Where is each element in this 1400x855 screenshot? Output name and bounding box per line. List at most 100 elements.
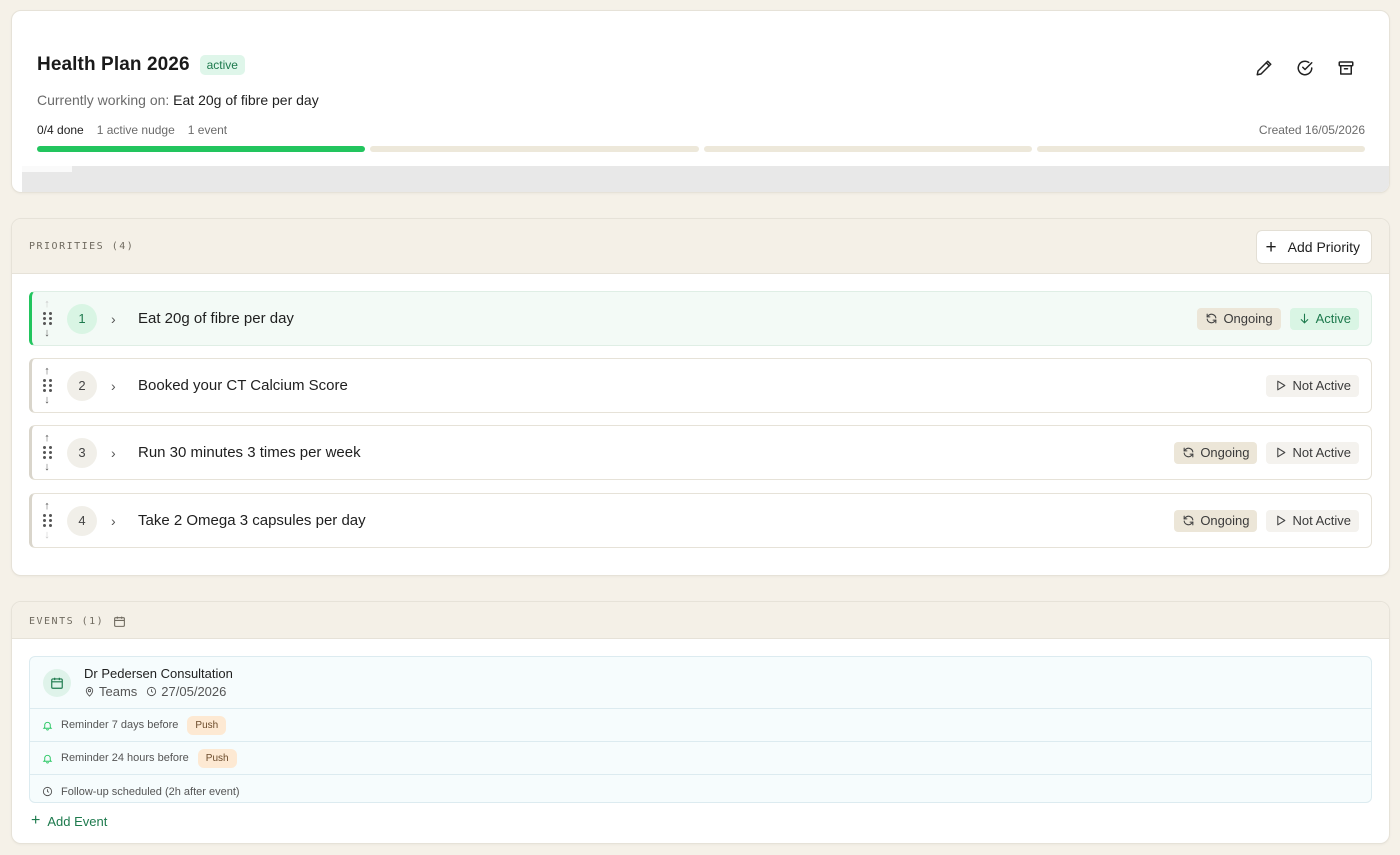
event-item[interactable]: Dr Pedersen Consultation Teams 27/05/202… xyxy=(29,656,1372,803)
drag-handle-icon[interactable] xyxy=(42,514,52,527)
reorder-controls: ↑ ↓ xyxy=(33,298,61,339)
ongoing-label: Ongoing xyxy=(1223,311,1273,326)
calendar-icon xyxy=(43,669,71,697)
events-label-row: EVENTS (1) xyxy=(29,615,126,628)
priority-tags: Ongoing Not Active xyxy=(1174,509,1359,532)
reminder-text: Reminder 7 days before xyxy=(61,719,179,731)
state-label: Not Active xyxy=(1292,513,1351,528)
push-badge: Push xyxy=(187,715,227,735)
add-event-button[interactable]: + Add Event xyxy=(31,813,107,829)
progress-segment xyxy=(1036,146,1365,152)
followup-row: Follow-up scheduled (2h after event) xyxy=(30,775,1371,802)
reorder-controls: ↑ ↓ xyxy=(33,500,61,541)
priority-number: 2 xyxy=(67,370,97,401)
state-label: Not Active xyxy=(1292,445,1351,460)
header-actions xyxy=(1253,57,1357,79)
plan-title: Health Plan 2026 xyxy=(37,54,190,75)
created-date: Created 16/05/2026 xyxy=(1258,123,1365,137)
event-summary: Dr Pedersen Consultation Teams 27/05/202… xyxy=(30,657,1371,709)
activate-toggle[interactable]: Not Active xyxy=(1266,441,1359,464)
ongoing-tag: Ongoing xyxy=(1174,509,1258,532)
events-header: EVENTS (1) xyxy=(12,602,1389,639)
add-priority-button[interactable]: + Add Priority xyxy=(1255,230,1372,264)
ongoing-tag: Ongoing xyxy=(1174,441,1258,464)
chevron-right-icon[interactable]: › xyxy=(111,378,123,394)
priority-row[interactable]: ↑ ↓ 2 › Booked your CT Calcium Score Not… xyxy=(29,358,1372,413)
calendar-icon xyxy=(114,616,126,627)
priority-number: 4 xyxy=(67,505,97,536)
status-badge: active xyxy=(199,55,245,75)
chevron-right-icon[interactable]: › xyxy=(111,513,123,529)
play-icon xyxy=(1277,447,1286,458)
activate-toggle[interactable]: Not Active xyxy=(1266,509,1359,532)
event-date-text: 27/05/2026 xyxy=(161,684,227,699)
bell-icon xyxy=(42,754,53,764)
reorder-controls: ↑ ↓ xyxy=(33,432,61,473)
chevron-right-icon[interactable]: › xyxy=(111,311,123,327)
state-label: Active xyxy=(1315,311,1351,326)
refresh-icon xyxy=(1183,515,1194,526)
priorities-label: PRIORITIES (4) xyxy=(29,241,135,252)
clock-icon xyxy=(147,686,157,697)
current-focus-value: Eat 20g of fibre per day xyxy=(173,92,319,108)
priority-title: Booked your CT Calcium Score xyxy=(138,377,348,394)
archive-icon[interactable] xyxy=(1335,57,1357,79)
priority-title: Take 2 Omega 3 capsules per day xyxy=(138,512,366,529)
event-date: 27/05/2026 xyxy=(146,684,226,699)
reminder-row: Reminder 24 hours before Push xyxy=(30,742,1371,775)
event-name: Dr Pedersen Consultation xyxy=(84,666,233,681)
move-up-icon[interactable]: ↑ xyxy=(44,432,50,444)
move-up-icon[interactable]: ↑ xyxy=(44,365,50,377)
plus-icon: + xyxy=(1265,236,1277,258)
add-event-label: Add Event xyxy=(47,813,108,829)
ongoing-tag: Ongoing xyxy=(1197,307,1281,330)
active-toggle[interactable]: Active xyxy=(1289,307,1359,330)
event-location-text: Teams xyxy=(99,684,138,699)
move-down-icon[interactable]: ↓ xyxy=(44,394,50,406)
event-meta: Teams 27/05/2026 xyxy=(84,684,226,699)
reminder-row: Reminder 7 days before Push xyxy=(30,709,1371,742)
priorities-header: PRIORITIES (4) + Add Priority xyxy=(12,219,1389,274)
arrow-down-icon xyxy=(1300,313,1308,324)
ongoing-label: Ongoing xyxy=(1200,445,1250,460)
followup-text: Follow-up scheduled (2h after event) xyxy=(61,785,240,798)
priority-row[interactable]: ↑ ↓ 4 › Take 2 Omega 3 capsules per day … xyxy=(29,493,1372,548)
edit-icon[interactable] xyxy=(1253,57,1275,79)
priority-tags: Ongoing Not Active xyxy=(1174,441,1359,464)
move-down-icon[interactable]: ↓ xyxy=(44,529,50,541)
move-up-icon[interactable]: ↑ xyxy=(44,500,50,512)
drag-handle-icon[interactable] xyxy=(42,312,52,325)
progress-bar xyxy=(37,146,1365,152)
priority-row[interactable]: ↑ ↓ 3 › Run 30 minutes 3 times per week … xyxy=(29,425,1372,480)
events-card: EVENTS (1) Dr Pedersen Consultation Team… xyxy=(11,601,1390,844)
move-down-icon[interactable]: ↓ xyxy=(44,461,50,473)
refresh-icon xyxy=(1183,447,1194,458)
loading-placeholder xyxy=(22,166,1389,192)
plan-header-card: Health Plan 2026 active Currently workin… xyxy=(11,10,1390,193)
activate-toggle[interactable]: Not Active xyxy=(1266,374,1359,397)
play-icon xyxy=(1277,515,1286,526)
drag-handle-icon[interactable] xyxy=(42,446,52,459)
play-icon xyxy=(1277,380,1286,391)
location-pin-icon xyxy=(85,686,94,697)
priority-row[interactable]: ↑ ↓ 1 › Eat 20g of fibre per day Ongoing… xyxy=(29,291,1372,346)
priority-tags: Not Active xyxy=(1266,374,1359,397)
current-focus: Currently working on: Eat 20g of fibre p… xyxy=(37,92,319,108)
progress-segment xyxy=(703,146,1032,152)
event-count: 1 event xyxy=(187,123,228,137)
drag-handle-icon[interactable] xyxy=(42,379,52,392)
current-focus-label: Currently working on: xyxy=(37,92,170,108)
move-up-icon[interactable]: ↑ xyxy=(44,298,50,310)
plan-title-row: Health Plan 2026 active xyxy=(37,54,245,76)
chevron-right-icon[interactable]: › xyxy=(111,445,123,461)
clock-icon xyxy=(42,786,53,797)
push-badge: Push xyxy=(197,748,237,768)
event-location: Teams xyxy=(84,684,137,699)
events-label: EVENTS (1) xyxy=(29,616,105,627)
move-down-icon[interactable]: ↓ xyxy=(44,327,50,339)
check-circle-icon[interactable] xyxy=(1294,57,1316,79)
priority-title: Eat 20g of fibre per day xyxy=(138,310,294,327)
reminder-text: Reminder 24 hours before xyxy=(61,752,189,764)
plus-icon: + xyxy=(31,812,41,829)
priority-number: 1 xyxy=(67,303,97,334)
